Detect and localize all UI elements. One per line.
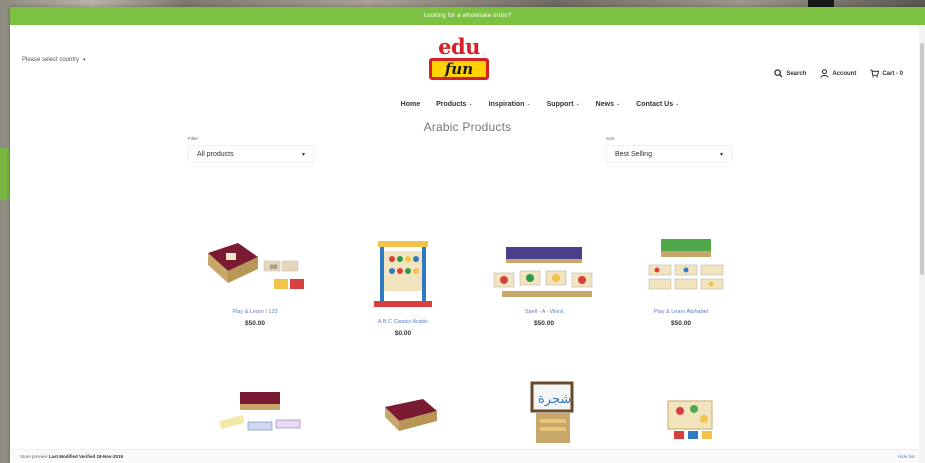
chevron-down-icon: ▾ <box>719 151 723 158</box>
product-name[interactable]: Spell - A - Word <box>484 309 604 315</box>
main-nav: Home Products ⌄ Inspiration ⌄ Support ⌄ New… <box>10 91 925 117</box>
header-utilities: Search Account Cart - 0 <box>774 69 903 78</box>
product-image[interactable]: ⅡⅢ <box>200 235 310 305</box>
product-image[interactable] <box>210 382 310 446</box>
product-image[interactable]: شجرة <box>508 379 588 449</box>
country-select[interactable]: Please select country ▾ <box>22 57 86 63</box>
filter-control: Filter All products ▾ <box>188 136 314 163</box>
product-card[interactable]: شجرة <box>488 379 608 449</box>
nav-label: Support <box>546 100 574 108</box>
svg-text:ⅡⅢ: ⅡⅢ <box>270 265 277 271</box>
account-label: Account <box>832 70 857 77</box>
nav-item-news[interactable]: News ⌄ <box>596 101 621 108</box>
search-icon <box>774 69 783 78</box>
nav-item-inspiration[interactable]: Inspiration ⌄ <box>489 101 531 108</box>
nav-label: Products <box>436 100 467 108</box>
chevron-down-icon: ▾ <box>301 151 305 158</box>
filter-select[interactable]: All products ▾ <box>188 145 314 163</box>
product-card[interactable]: Spell - A - Word $50.00 <box>484 243 604 327</box>
preview-bar: Store preview Last Modified Verified 18-… <box>10 449 925 463</box>
cart-icon <box>870 69 880 78</box>
product-price: $50.00 <box>671 320 691 327</box>
product-image[interactable] <box>650 387 730 443</box>
product-image[interactable] <box>486 243 602 305</box>
sort-label: Sort <box>606 136 615 141</box>
logo-fun-text: fun <box>429 58 489 80</box>
product-price: $50.00 <box>245 320 265 327</box>
product-image[interactable] <box>368 235 438 315</box>
search-link[interactable]: Search <box>774 69 806 78</box>
sort-control: Sort Best Selling ▾ <box>606 136 732 163</box>
nav-item-home[interactable]: Home <box>401 101 420 108</box>
product-card[interactable]: A B C Classic Arabic $0.00 <box>343 235 463 337</box>
product-card[interactable]: Play & Learn Alphabet $50.00 <box>621 235 741 327</box>
nav-item-contact[interactable]: Contact Us ⌄ <box>636 101 679 108</box>
chevron-down-icon: ⌄ <box>615 101 621 107</box>
sort-value: Best Selling <box>615 150 652 158</box>
product-name[interactable]: A B C Classic Arabic <box>343 319 463 325</box>
collection-filters: Filter All products ▾ Sort Best Selling … <box>10 134 925 176</box>
preview-prefix: Store preview <box>20 454 48 459</box>
hide-bar-link[interactable]: Hide bar <box>898 454 915 459</box>
svg-text:شجرة: شجرة <box>538 392 571 407</box>
last-modified-text: Last Modified Verified 18-Nov-2019 <box>48 454 124 459</box>
nav-label: News <box>595 100 614 108</box>
country-select-label[interactable]: Please select country <box>22 57 79 63</box>
product-image[interactable] <box>631 235 731 305</box>
announcement-bar[interactable]: Looking for a wholesale order? <box>10 7 925 25</box>
edufun-logo[interactable]: edu fun <box>427 36 491 82</box>
chevron-down-icon: ⌄ <box>675 101 680 107</box>
nav-label: Contact Us <box>636 100 674 108</box>
product-image[interactable] <box>375 389 445 439</box>
account-link[interactable]: Account <box>820 69 856 78</box>
chevron-down-icon: ⌄ <box>575 101 580 107</box>
nav-label: Home <box>400 100 421 108</box>
product-card[interactable]: ⅡⅢ Play & Learn / 123 $50.00 <box>195 235 315 327</box>
scrollbar-thumb[interactable] <box>920 43 924 275</box>
product-price: $0.00 <box>394 330 412 337</box>
product-name[interactable]: Play & Learn Alphabet <box>621 309 741 315</box>
sort-select[interactable]: Best Selling ▾ <box>606 145 732 163</box>
nav-item-products[interactable]: Products ⌄ <box>436 101 473 108</box>
logo-edu-text: edu <box>427 36 491 58</box>
chevron-down-icon: ⌄ <box>468 101 473 107</box>
product-card[interactable] <box>350 389 470 439</box>
filter-label: Filter <box>188 136 198 141</box>
nav-item-support[interactable]: Support ⌄ <box>547 101 580 108</box>
filter-value: All products <box>197 150 234 158</box>
cart-label: Cart - 0 <box>882 70 903 77</box>
nav-label: Inspiration <box>488 100 525 108</box>
chevron-down-icon: ⌄ <box>526 101 531 107</box>
user-icon <box>820 69 829 78</box>
product-price: $50.00 <box>534 320 554 327</box>
search-label: Search <box>786 70 807 77</box>
chevron-down-icon: ▾ <box>83 57 86 63</box>
product-card[interactable] <box>630 387 750 443</box>
site-header: Please select country ▾ edu fun Search A… <box>10 25 925 91</box>
preview-status: Store preview Last Modified Verified 18-… <box>20 454 123 459</box>
store-page: Looking for a wholesale order? Please se… <box>10 7 925 463</box>
page-title: Arabic Products <box>423 120 512 134</box>
cart-link[interactable]: Cart - 0 <box>870 69 903 78</box>
page-scrollbar[interactable] <box>919 25 925 463</box>
announcement-text[interactable]: Looking for a wholesale order? <box>423 13 511 19</box>
product-card[interactable] <box>200 382 320 446</box>
product-name[interactable]: Play & Learn / 123 <box>195 309 315 315</box>
